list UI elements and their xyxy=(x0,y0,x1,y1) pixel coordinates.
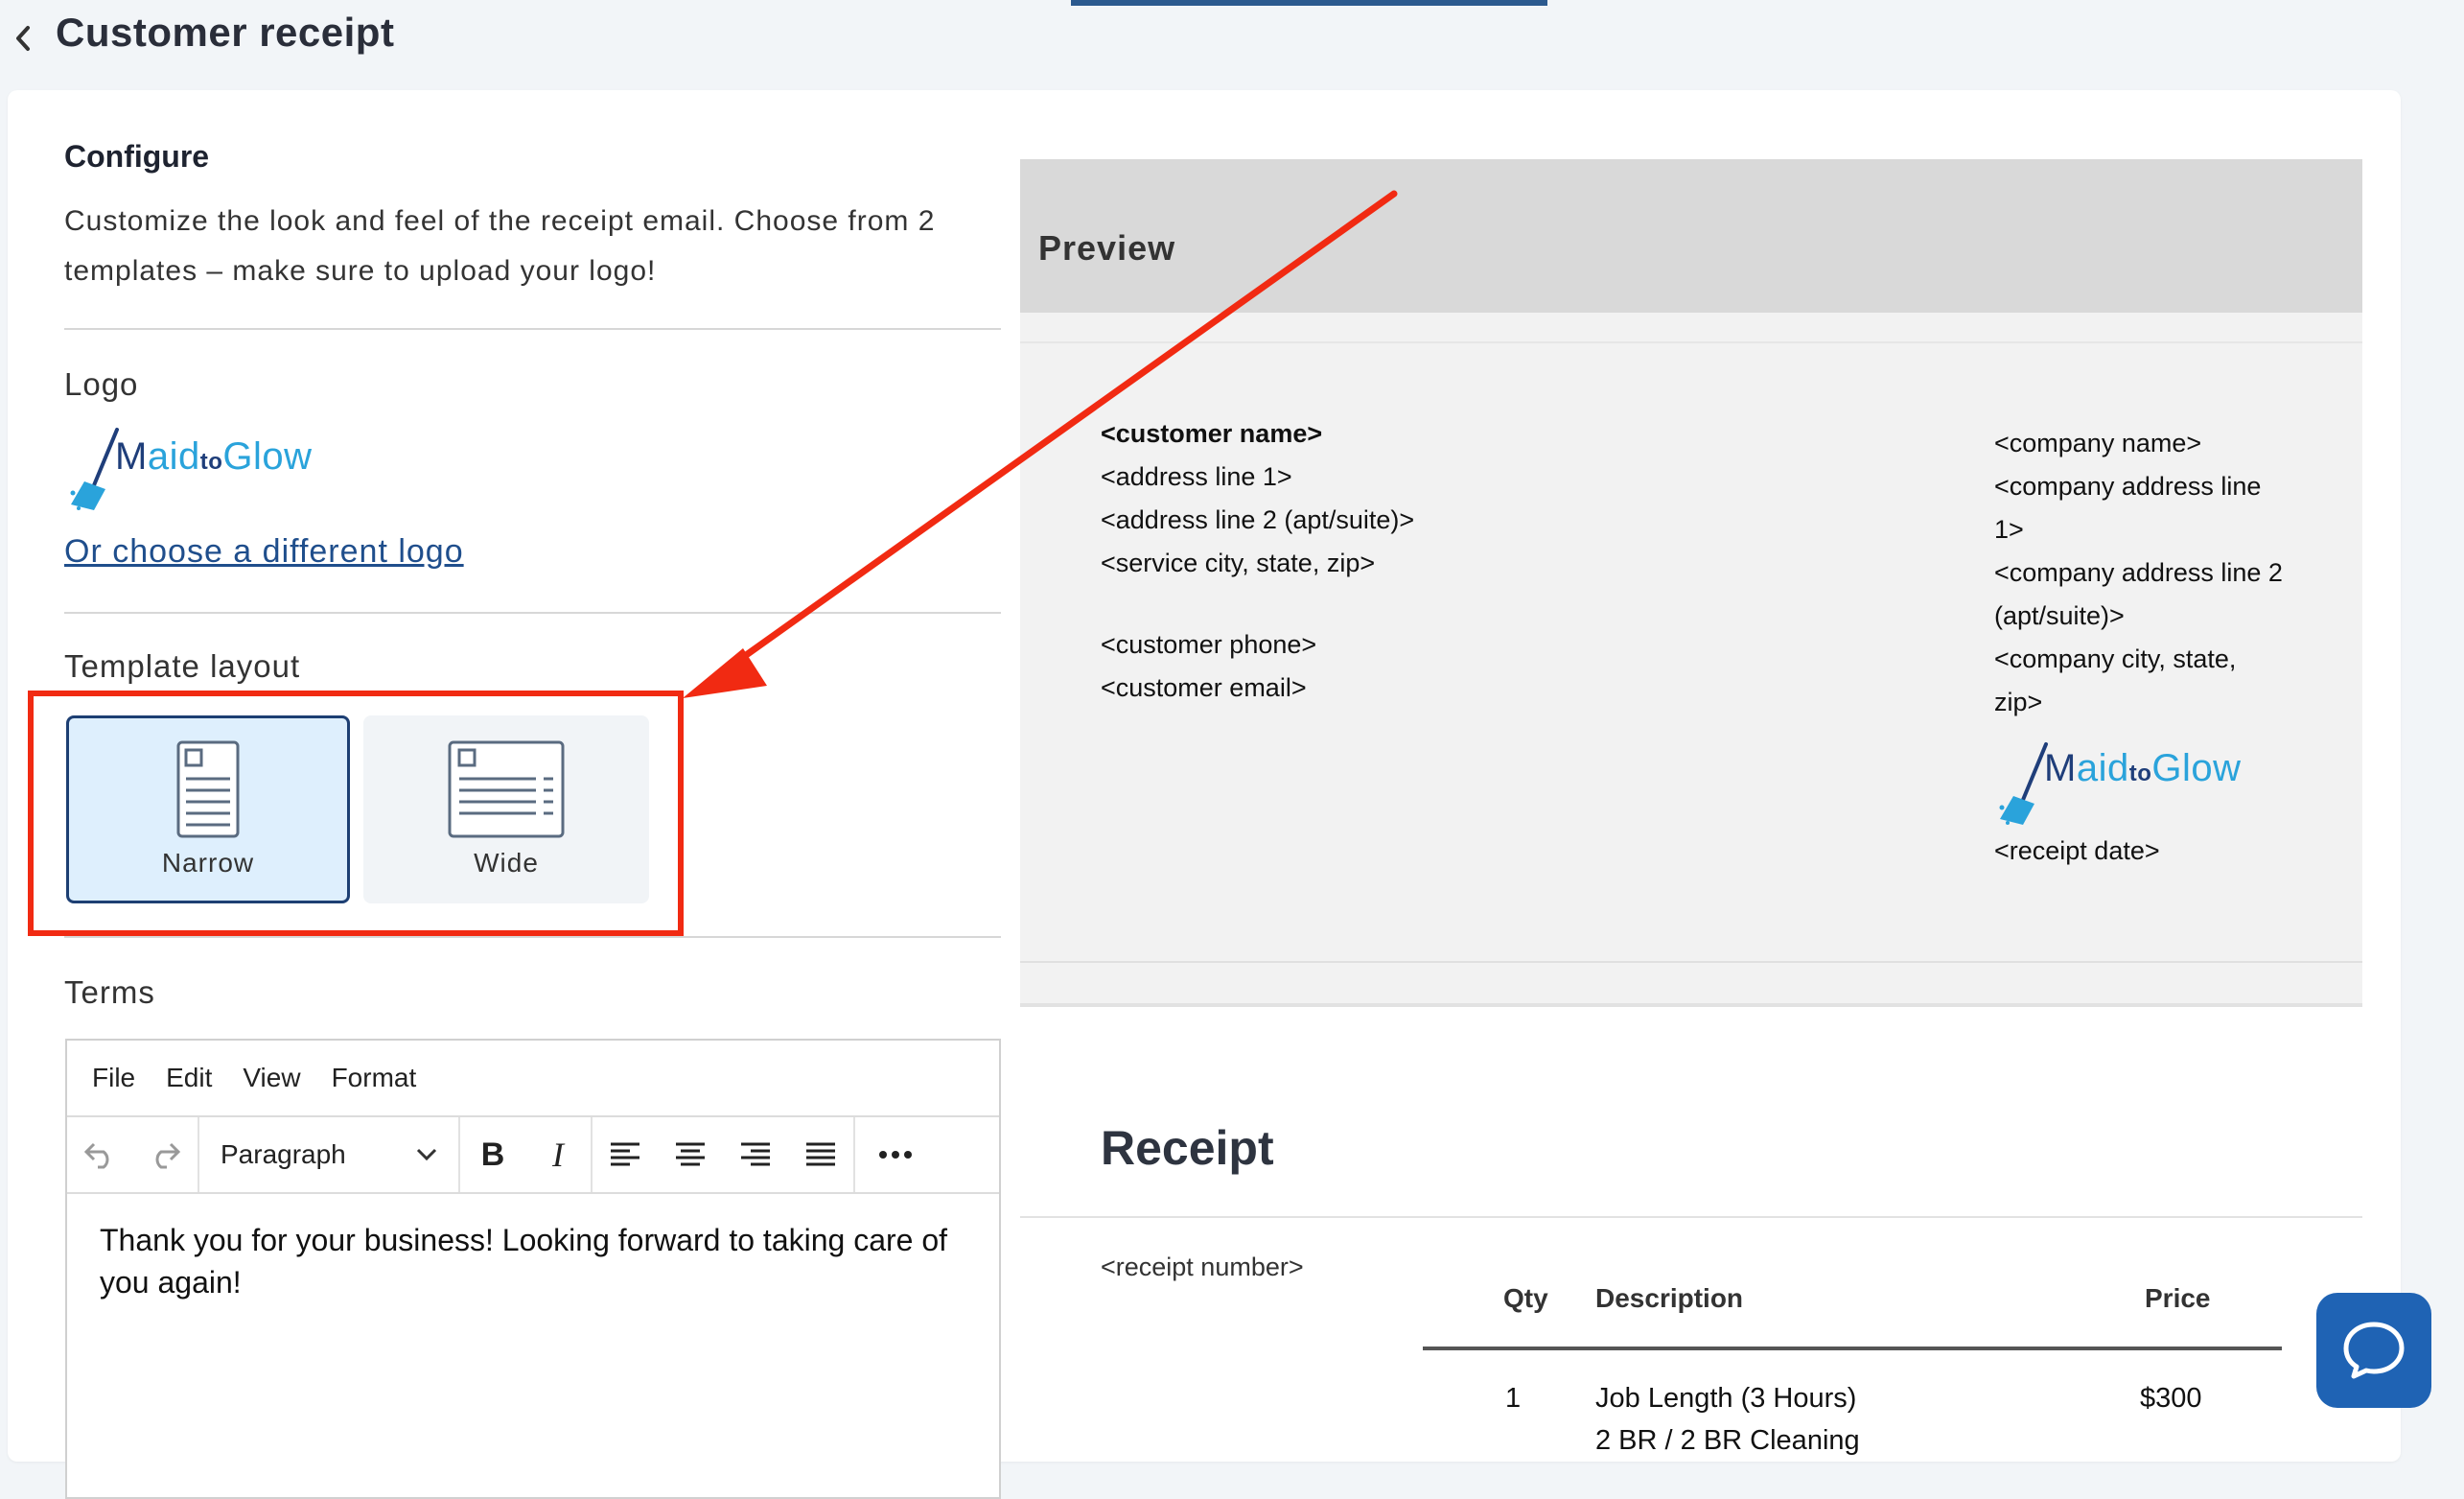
chat-button[interactable] xyxy=(2316,1293,2431,1408)
customer-phone: <customer phone> xyxy=(1101,630,1317,659)
narrow-template-icon xyxy=(176,740,240,838)
align-justify-button[interactable] xyxy=(788,1117,853,1192)
company-logo: MaidtoGlow xyxy=(65,426,313,514)
text-style-group: B I xyxy=(460,1117,593,1192)
company-address-line-1: <company address line 1> xyxy=(1994,472,2262,544)
table-header-rule xyxy=(1423,1347,2282,1350)
template-narrow-label: Narrow xyxy=(161,848,255,878)
template-narrow-button[interactable]: Narrow xyxy=(66,715,350,903)
align-center-button[interactable] xyxy=(658,1117,723,1192)
block-format-value: Paragraph xyxy=(221,1139,346,1169)
customer-name: <customer name> xyxy=(1101,419,1323,448)
column-header-price: Price xyxy=(2145,1283,2211,1313)
logo-label: Logo xyxy=(64,366,139,402)
divider xyxy=(1020,341,2362,343)
template-wide-label: Wide xyxy=(474,848,539,878)
undo-icon xyxy=(83,1142,109,1169)
menu-view[interactable]: View xyxy=(243,1063,300,1093)
template-wide-button[interactable]: Wide xyxy=(363,715,649,903)
redo-icon xyxy=(155,1142,181,1169)
preview-company-logo: MaidtoGlow xyxy=(1994,739,2291,830)
align-right-button[interactable] xyxy=(723,1117,788,1192)
menu-format[interactable]: Format xyxy=(332,1063,417,1093)
customer-address-line-2: <address line 2 (apt/suite)> xyxy=(1101,505,1415,534)
terms-label: Terms xyxy=(64,974,155,1010)
bold-icon: B xyxy=(480,1136,505,1173)
block-format-select[interactable]: Paragraph xyxy=(199,1117,458,1192)
chevron-down-icon xyxy=(416,1148,437,1161)
row-qty: 1 xyxy=(1505,1383,1522,1414)
choose-logo-link[interactable]: Or choose a different logo xyxy=(64,533,464,571)
alignment-group xyxy=(593,1117,855,1192)
align-justify-icon xyxy=(806,1142,835,1166)
redo-button[interactable] xyxy=(132,1117,198,1192)
bold-button[interactable]: B xyxy=(460,1117,525,1192)
column-header-qty: Qty xyxy=(1503,1283,1548,1313)
top-bar: Customer receipt xyxy=(0,0,2464,77)
wide-template-icon xyxy=(448,740,565,838)
menu-file[interactable]: File xyxy=(92,1063,135,1093)
italic-icon: I xyxy=(552,1136,564,1174)
editor-toolbar: Paragraph B I xyxy=(67,1117,999,1194)
chevron-left-icon xyxy=(16,26,30,51)
chat-bubble-icon xyxy=(2343,1322,2405,1379)
divider xyxy=(64,936,1001,938)
align-center-icon xyxy=(676,1142,705,1166)
editor-menubar: File Edit View Format xyxy=(67,1041,999,1117)
undo-button[interactable] xyxy=(67,1117,132,1192)
align-left-icon xyxy=(611,1142,639,1166)
preview-title: Preview xyxy=(1038,228,1176,268)
block-format-group: Paragraph xyxy=(199,1117,460,1192)
more-icon xyxy=(879,1151,912,1159)
preview-header xyxy=(1020,159,2362,313)
divider xyxy=(1020,961,2362,963)
column-header-description: Description xyxy=(1595,1283,1744,1313)
company-address-line-2: <company address line 2 (apt/suite)> xyxy=(1994,558,2283,630)
configure-heading: Configure xyxy=(64,139,210,174)
align-right-icon xyxy=(741,1142,770,1166)
company-city: <company city, state, zip> xyxy=(1994,644,2237,716)
align-left-button[interactable] xyxy=(593,1117,658,1192)
customer-city: <service city, state, zip> xyxy=(1101,549,1376,577)
italic-button[interactable]: I xyxy=(525,1117,591,1192)
menu-edit[interactable]: Edit xyxy=(166,1063,212,1093)
customer-email: <customer email> xyxy=(1101,673,1307,702)
terms-editor: File Edit View Format Paragraph B I Than… xyxy=(65,1039,1001,1499)
company-address-block: <company name> <company address line 1> … xyxy=(1994,422,2291,873)
row-description-detail: 2 BR / 2 BR Cleaning xyxy=(1595,1425,1860,1456)
history-group xyxy=(67,1117,199,1192)
page-title: Customer receipt xyxy=(56,10,395,55)
more-button[interactable] xyxy=(855,1117,936,1192)
divider xyxy=(64,328,1001,330)
customer-address-line-1: <address line 1> xyxy=(1101,462,1292,491)
company-name: <company name> xyxy=(1994,429,2202,457)
divider xyxy=(1020,1216,2362,1218)
row-description: Job Length (3 Hours) xyxy=(1595,1383,1857,1414)
row-price: $300 xyxy=(2140,1383,2202,1414)
receipt-title: Receipt xyxy=(1101,1121,1274,1175)
terms-content[interactable]: Thank you for your business! Looking for… xyxy=(67,1194,999,1328)
configure-description: Customize the look and feel of the recei… xyxy=(64,205,936,287)
receipt-date: <receipt date> xyxy=(1994,836,2160,865)
divider xyxy=(64,612,1001,614)
template-layout-label: Template layout xyxy=(64,648,301,684)
receipt-number: <receipt number> xyxy=(1101,1253,1304,1281)
back-button[interactable] xyxy=(6,17,40,59)
customer-address-block: <customer name> <address line 1> <addres… xyxy=(1101,412,1414,710)
